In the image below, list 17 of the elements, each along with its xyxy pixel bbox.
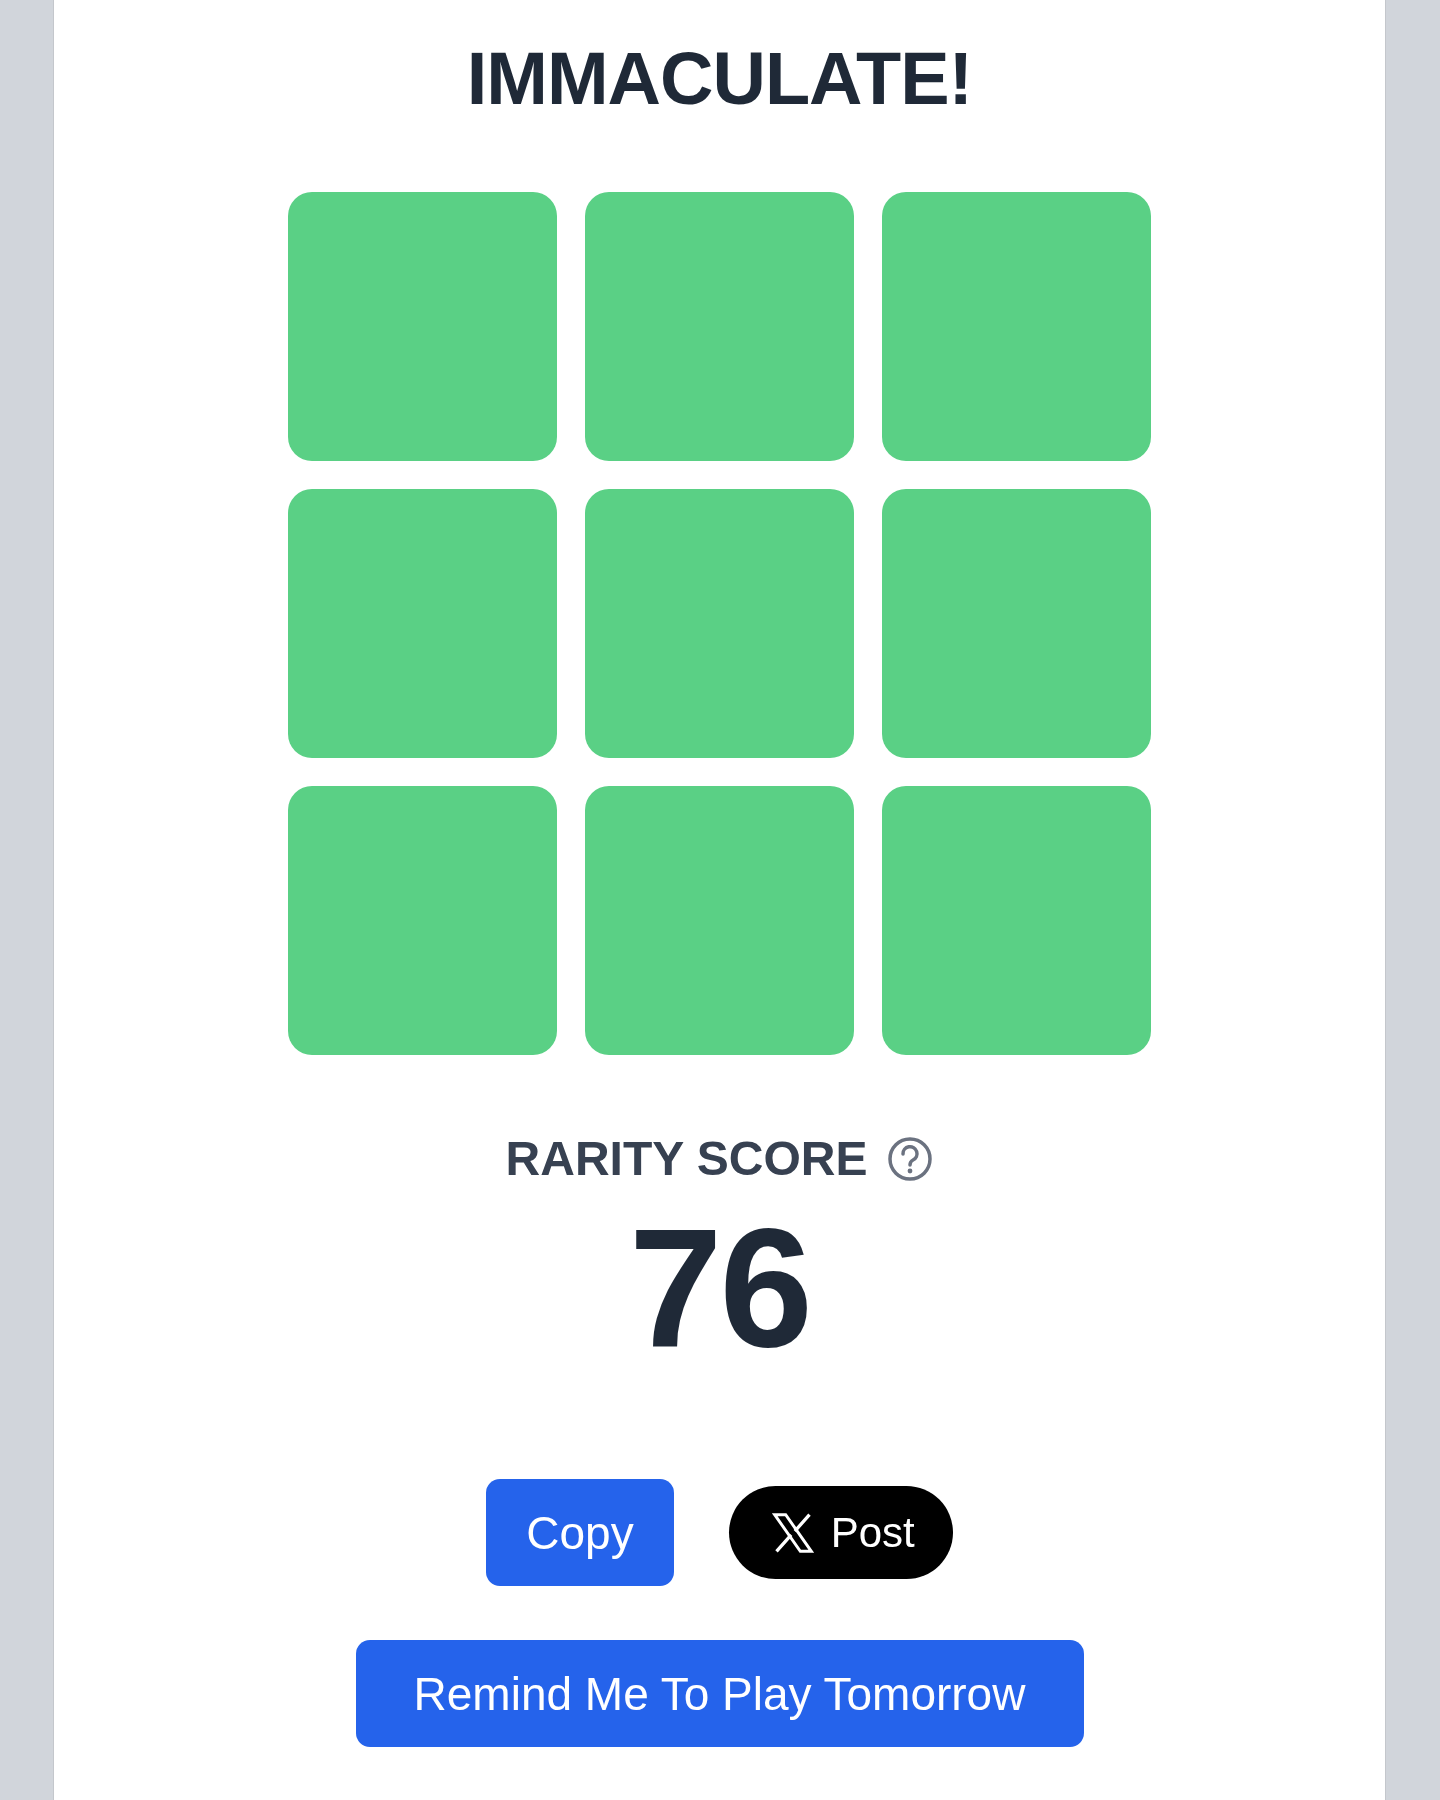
grid-cell[interactable] <box>585 786 854 1055</box>
result-title: IMMACULATE! <box>466 42 973 116</box>
rarity-score: 76 <box>629 1204 810 1372</box>
x-logo-icon <box>770 1510 815 1555</box>
grid-cell[interactable] <box>585 192 854 461</box>
grid-cell[interactable] <box>882 192 1151 461</box>
rarity-score-label: RARITY SCORE <box>505 1131 868 1186</box>
grid-cell[interactable] <box>288 489 557 758</box>
help-icon[interactable] <box>887 1135 934 1182</box>
grid-cell[interactable] <box>882 489 1151 758</box>
grid-cell[interactable] <box>585 489 854 758</box>
remind-button[interactable]: Remind Me To Play Tomorrow <box>355 1640 1084 1747</box>
copy-button[interactable]: Copy <box>486 1479 674 1586</box>
grid-cell[interactable] <box>882 786 1151 1055</box>
post-button[interactable]: Post <box>728 1486 953 1579</box>
grid-cell[interactable] <box>288 192 557 461</box>
grid-cell[interactable] <box>288 786 557 1055</box>
